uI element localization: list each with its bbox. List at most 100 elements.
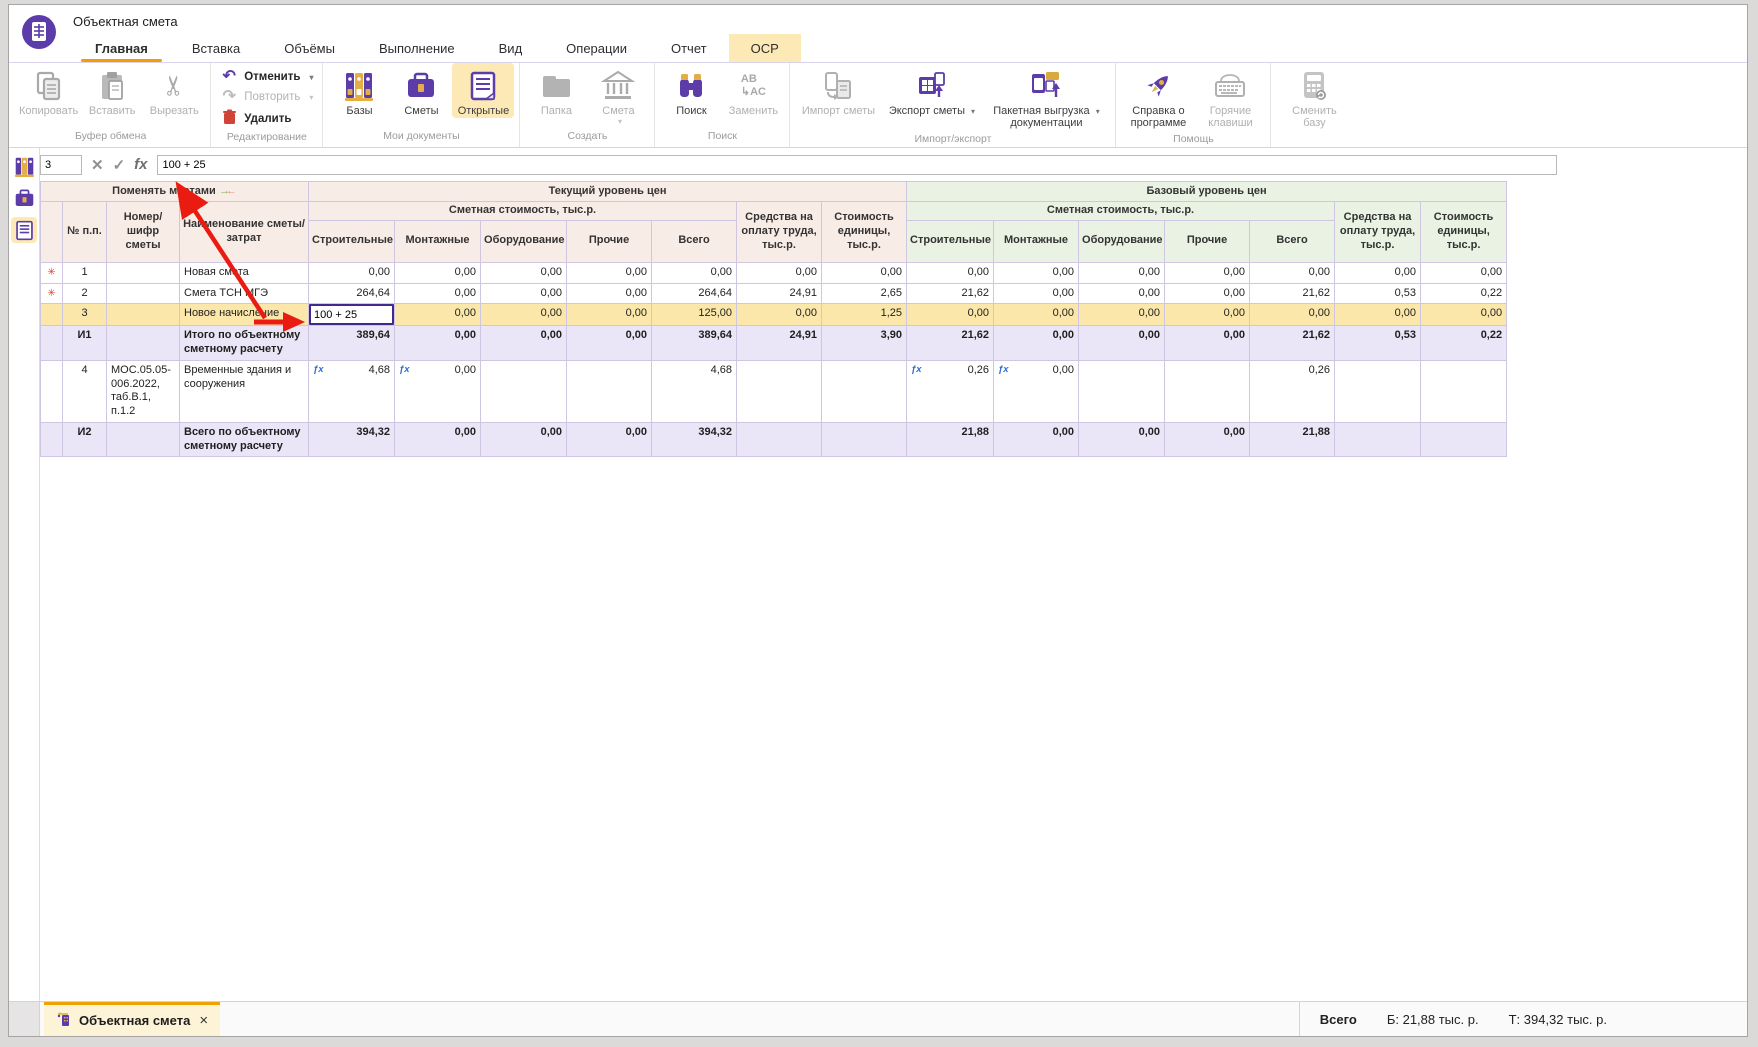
grid-cell[interactable]: 0,00 (395, 422, 481, 457)
grid-cell[interactable]: 21,62 (907, 326, 994, 361)
grid-cell[interactable]: 0,00 (567, 422, 652, 457)
grid-cell[interactable]: 21,62 (907, 283, 994, 304)
grid-cell[interactable]: 394,32 (309, 422, 395, 457)
tab-glavnaya[interactable]: Главная (73, 34, 170, 62)
grid-cell[interactable]: 394,32 (652, 422, 737, 457)
row-name-cell[interactable]: Смета ТСН МГЭ (180, 283, 309, 304)
grid-cell[interactable]: 125,00 (652, 304, 737, 326)
tab-obyomy[interactable]: Объёмы (262, 34, 357, 62)
grid-cell-editing[interactable] (309, 304, 395, 326)
grid-cell[interactable]: 24,91 (737, 326, 822, 361)
grid-cell[interactable]: 0,00 (822, 262, 907, 283)
grid-cell[interactable] (822, 360, 907, 422)
grid-cell[interactable]: 0,00 (1335, 304, 1421, 326)
grid-cell[interactable]: 0,00 (567, 304, 652, 326)
table-row[interactable]: ✳1Новая смета0,000,000,000,000,000,000,0… (41, 262, 1507, 283)
find-button[interactable]: Поиск (660, 63, 722, 118)
grid-cell[interactable]: 0,00 (1250, 262, 1335, 283)
grid-cell[interactable]: 0,00 (1165, 283, 1250, 304)
grid-cell[interactable]: 0,53 (1335, 326, 1421, 361)
delete-button[interactable]: Удалить (220, 109, 313, 129)
rail-bases-icon[interactable] (11, 153, 37, 179)
grid-cell[interactable] (1421, 422, 1507, 457)
grid-cell[interactable] (1079, 360, 1165, 422)
grid-cell[interactable]: ƒx0,00 (395, 360, 481, 422)
rail-estimates-icon[interactable] (11, 185, 37, 211)
grid-cell[interactable]: 0,00 (395, 326, 481, 361)
grid-cell[interactable]: 0,00 (994, 304, 1079, 326)
grid-cell[interactable]: 0,00 (481, 326, 567, 361)
grid-cell[interactable]: 0,00 (309, 262, 395, 283)
chevron-down-icon[interactable]: ▾ (1096, 107, 1100, 116)
grid-cell[interactable]: 2,65 (822, 283, 907, 304)
grid-cell[interactable]: 0,00 (395, 283, 481, 304)
grid-cell[interactable] (1335, 422, 1421, 457)
grid-cell[interactable]: 0,00 (567, 283, 652, 304)
grid-cell[interactable]: 1,25 (822, 304, 907, 326)
fx-icon[interactable]: fx (134, 156, 147, 173)
grid-cell[interactable] (567, 360, 652, 422)
grid-cell[interactable]: 0,00 (1165, 422, 1250, 457)
grid-cell[interactable]: 0,00 (1335, 262, 1421, 283)
about-button[interactable]: Справка о программе (1121, 63, 1195, 131)
row-code-cell[interactable] (107, 262, 180, 283)
grid-cell[interactable] (1421, 360, 1507, 422)
chevron-down-icon[interactable]: ▾ (618, 117, 622, 126)
grid-cell[interactable] (1165, 360, 1250, 422)
change-base-button[interactable]: Сменить базу (1276, 63, 1352, 131)
grid-cell[interactable]: 0,00 (1079, 326, 1165, 361)
grid-cell[interactable]: 0,00 (395, 304, 481, 326)
row-number-cell[interactable]: 2 (63, 283, 107, 304)
grid-cell[interactable]: 0,00 (907, 304, 994, 326)
chevron-down-icon[interactable]: ▾ (309, 73, 313, 82)
grid-cell[interactable]: ƒx4,68 (309, 360, 395, 422)
tab-vstavka[interactable]: Вставка (170, 34, 262, 62)
row-code-cell[interactable] (107, 283, 180, 304)
batch-upload-button[interactable]: Пакетная выгрузка ▾ документации (982, 63, 1110, 131)
row-name-cell[interactable]: Новая смета (180, 262, 309, 283)
row-code-cell[interactable] (107, 326, 180, 361)
grid-cell[interactable]: 0,00 (567, 326, 652, 361)
grid-cell[interactable]: 0,00 (1079, 422, 1165, 457)
row-name-cell[interactable]: Новое начисление (180, 304, 309, 326)
undo-button[interactable]: ↶ Отменить ▾ (220, 69, 313, 85)
row-code-cell[interactable]: МОС.05.05-006.2022, таб.В.1, п.1.2 (107, 360, 180, 422)
grid-cell[interactable]: 21,62 (1250, 283, 1335, 304)
row-name-cell[interactable]: Итого по объектному сметному расчету (180, 326, 309, 361)
grid-cell[interactable]: 0,00 (907, 262, 994, 283)
grid-cell[interactable]: 0,00 (994, 262, 1079, 283)
row-name-cell[interactable]: Временные здания и сооружения (180, 360, 309, 422)
row-number-cell[interactable]: 4 (63, 360, 107, 422)
table-row[interactable]: И2Всего по объектному сметному расчету39… (41, 422, 1507, 457)
grid-cell[interactable]: 264,64 (652, 283, 737, 304)
row-number-cell[interactable]: 3 (63, 304, 107, 326)
new-estimate-button[interactable]: Смета ▾ (587, 63, 649, 127)
replace-button[interactable]: AB ↳AC Заменить (722, 63, 784, 118)
formula-input[interactable] (157, 155, 1557, 175)
export-estimate-button[interactable]: Экспорт сметы ▾ (881, 63, 982, 118)
grid-cell[interactable]: 0,00 (994, 326, 1079, 361)
confirm-icon[interactable]: ✓ (113, 156, 126, 174)
paste-button[interactable]: Вставить (81, 63, 143, 118)
grid-cell[interactable]: 21,62 (1250, 326, 1335, 361)
grid-cell[interactable]: 0,00 (1421, 262, 1507, 283)
chevron-down-icon[interactable]: ▾ (971, 107, 975, 116)
folder-button[interactable]: Папка (525, 63, 587, 118)
grid-cell[interactable] (737, 422, 822, 457)
copy-button[interactable]: Копировать (16, 63, 81, 118)
grid-cell[interactable]: 389,64 (652, 326, 737, 361)
grid-cell[interactable]: 0,00 (1165, 262, 1250, 283)
table-row[interactable]: 4МОС.05.05-006.2022, таб.В.1, п.1.2Време… (41, 360, 1507, 422)
grid-cell[interactable]: ƒx0,26 (907, 360, 994, 422)
grid-cell[interactable]: 0,00 (1079, 283, 1165, 304)
grid-cell[interactable]: 21,88 (1250, 422, 1335, 457)
doc-tab-active[interactable]: Объектная смета × (44, 1002, 220, 1036)
tab-osr[interactable]: ОСР (729, 34, 801, 62)
estimates-button[interactable]: Сметы (390, 63, 452, 118)
row-number-cell[interactable]: 1 (63, 262, 107, 283)
redo-button[interactable]: ↷ Повторить ▾ (220, 89, 313, 105)
grid-cell[interactable]: ƒx0,00 (994, 360, 1079, 422)
grid-cell[interactable]: 0,00 (1165, 326, 1250, 361)
grid-cell[interactable]: 0,00 (737, 304, 822, 326)
grid-cell[interactable]: 0,00 (481, 304, 567, 326)
